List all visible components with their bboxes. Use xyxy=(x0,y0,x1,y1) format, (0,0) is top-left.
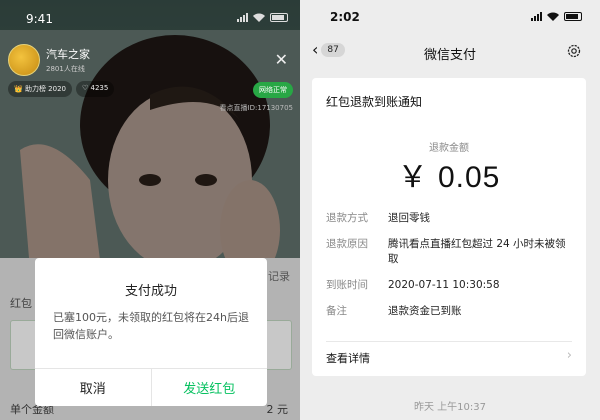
signal-icon xyxy=(237,13,248,22)
detail-row: 退款原因 腾讯看点直播红包超过 24 小时未被领取 xyxy=(326,237,576,267)
detail-row: 备注 退款资金已到账 xyxy=(326,304,576,319)
wifi-icon xyxy=(547,12,559,21)
single-amount-value: 2 元 xyxy=(266,403,289,416)
status-bar: 2:02 xyxy=(300,0,600,30)
refund-notice-card: 红包退款到账通知 退款金额 ￥ 0.05 退款方式 退回零钱 退款原因 腾讯看点… xyxy=(312,78,586,376)
battery-icon xyxy=(270,13,288,22)
room-id: 看点直播ID:17130705 xyxy=(219,104,293,112)
status-time: 2:02 xyxy=(330,10,360,24)
chevron-right-icon[interactable]: › xyxy=(567,348,572,363)
network-status-badge: 网络正常 xyxy=(253,82,293,98)
red-packet-label: 红包 xyxy=(10,297,32,310)
row-key: 退款方式 xyxy=(326,212,368,224)
send-red-packet-button[interactable]: 发送红包 xyxy=(152,369,268,406)
view-details-link[interactable]: 查看详情 xyxy=(326,350,370,366)
support-rank-pill[interactable]: 👑 助力榜 2020 xyxy=(8,81,72,97)
refund-amount: ￥ 0.05 xyxy=(397,161,501,194)
row-value: 2020-07-11 10:30:58 xyxy=(388,279,500,291)
nav-bar: ‹ 87 微信支付 xyxy=(300,34,600,70)
streamer-name: 汽车之家 xyxy=(46,48,90,61)
row-value: 腾讯看点直播红包超过 24 小时未被领取 xyxy=(388,238,566,265)
likes-pill: ♡ 4235 xyxy=(75,81,115,97)
dialog-title: 支付成功 xyxy=(124,284,177,299)
avatar[interactable] xyxy=(8,44,40,76)
detail-row: 到账时间 2020-07-11 10:30:58 xyxy=(326,278,576,293)
row-key: 备注 xyxy=(326,305,347,317)
row-key: 到账时间 xyxy=(326,279,368,291)
detail-row: 退款方式 退回零钱 xyxy=(326,211,576,226)
signal-icon xyxy=(531,12,542,21)
row-value: 退回零钱 xyxy=(388,212,430,224)
message-timestamp: 昨天 上午10:37 xyxy=(414,402,486,413)
battery-icon xyxy=(564,12,582,21)
row-key: 退款原因 xyxy=(326,238,368,250)
dialog-message: 已塞100元，未领取的红包将在24h后退回微信账户。 xyxy=(53,311,249,341)
viewer-count: 2801人在线 xyxy=(46,65,85,73)
close-icon[interactable]: ✕ xyxy=(275,50,288,69)
page-title: 微信支付 xyxy=(423,48,476,63)
wechat-pay-screen: 2:02 ‹ 87 微信支付 红包退款到账通知 退款金额 ￥ 0.05 退款方式… xyxy=(300,0,600,420)
status-time: 9:41 xyxy=(26,12,53,26)
cancel-button[interactable]: 取消 xyxy=(35,369,152,406)
notice-heading: 红包退款到账通知 xyxy=(326,95,423,109)
divider xyxy=(326,341,572,342)
wifi-icon xyxy=(253,13,265,22)
live-stream-screen: 9:41 汽车之家 2801人在线 ✕ 👑 助力榜 2020 ♡ 4235 网络… xyxy=(0,0,300,420)
row-value: 退款资金已到账 xyxy=(388,305,462,317)
status-bar: 9:41 xyxy=(0,0,300,34)
record-link[interactable]: 记录 xyxy=(268,268,290,284)
streamer-info[interactable]: 汽车之家 2801人在线 xyxy=(8,44,90,76)
payment-success-dialog: 支付成功 已塞100元，未领取的红包将在24h后退回微信账户。 取消 发送红包 xyxy=(35,258,267,406)
gear-icon[interactable] xyxy=(566,43,582,59)
